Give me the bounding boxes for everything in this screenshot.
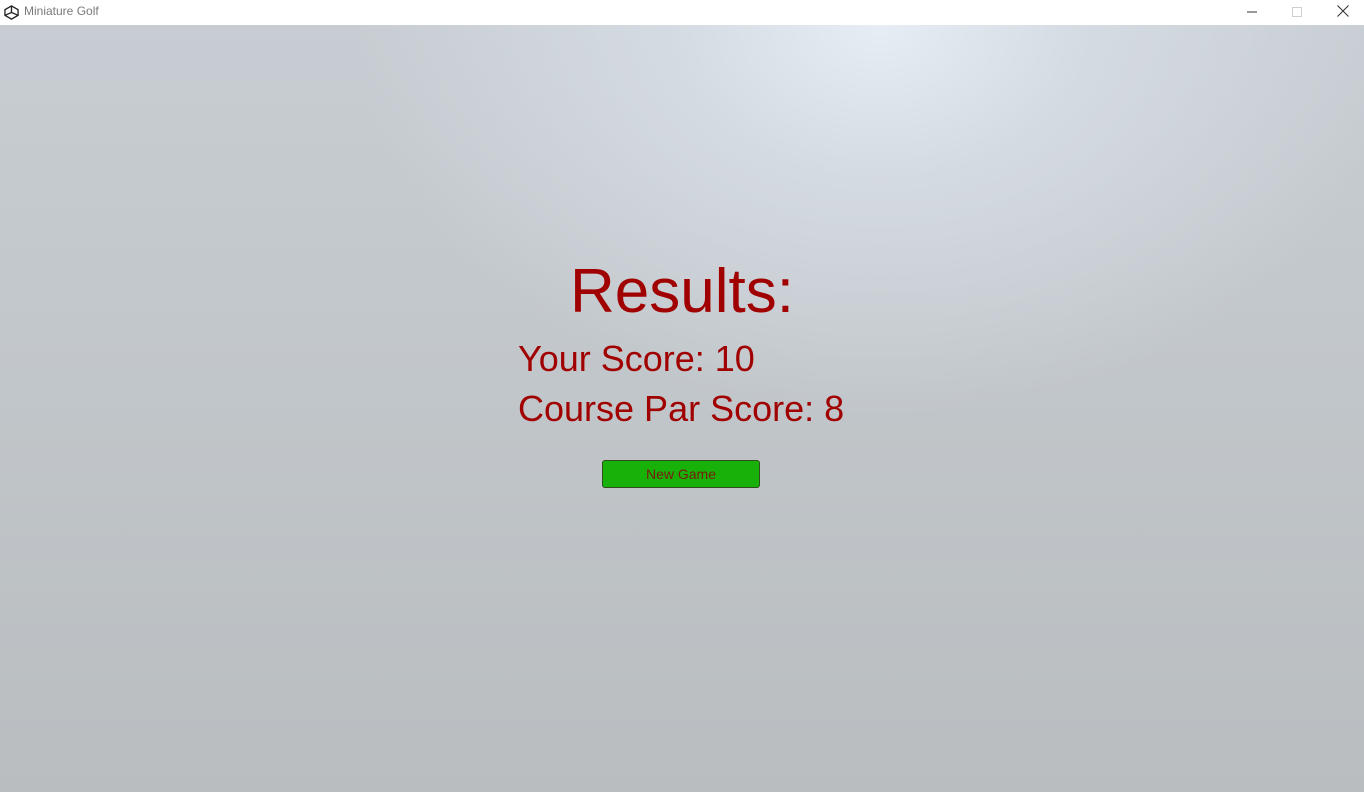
game-viewport: Results: Your Score: 10 Course Par Score… (0, 25, 1364, 792)
unity-icon (4, 5, 19, 20)
window-title: Miniature Golf (24, 4, 99, 18)
course-par-score-text: Course Par Score: 8 (518, 388, 845, 429)
maximize-icon (1292, 4, 1302, 22)
your-score-text: Your Score: 10 (518, 338, 755, 379)
minimize-icon (1247, 4, 1257, 22)
title-bar: Miniature Golf (0, 0, 1364, 25)
minimize-button[interactable] (1229, 0, 1275, 25)
game-window: Miniature Golf Results: Your Score: 10 C… (0, 0, 1364, 792)
new-game-button[interactable]: New Game (602, 460, 760, 488)
close-icon (1337, 4, 1349, 22)
results-heading: Results: (570, 257, 794, 326)
close-button[interactable] (1320, 0, 1364, 25)
new-game-label: New Game (645, 466, 717, 482)
maximize-button[interactable] (1274, 0, 1320, 25)
